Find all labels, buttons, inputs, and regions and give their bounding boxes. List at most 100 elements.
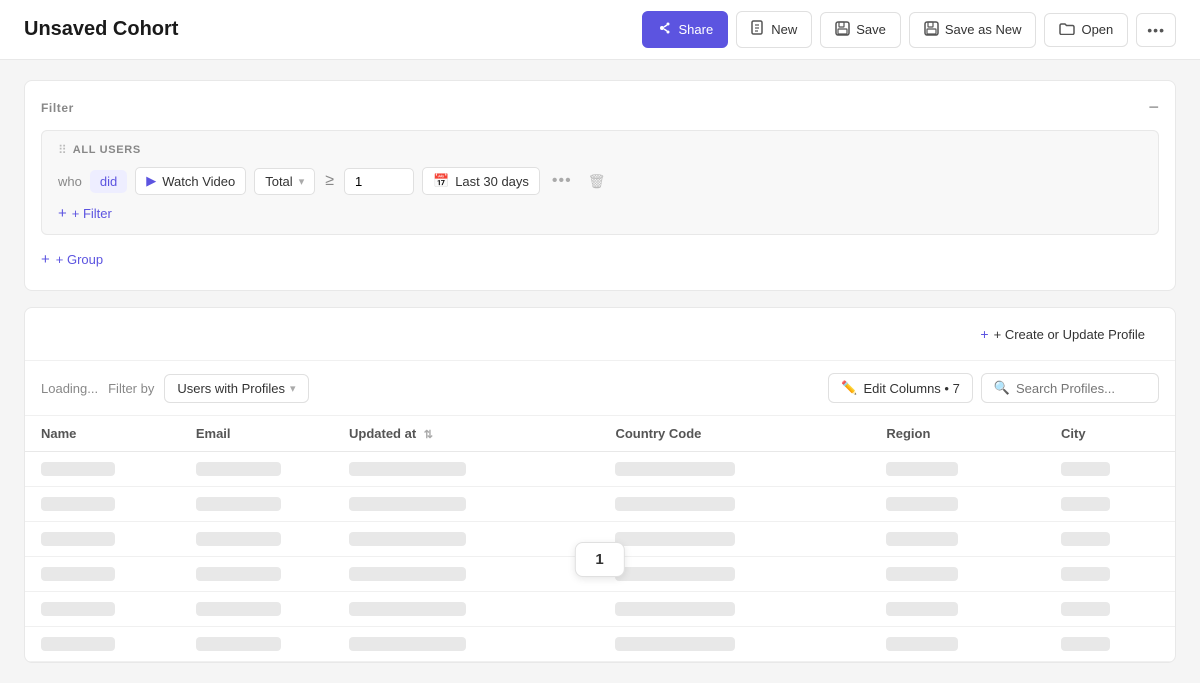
filter-dots-icon: ••• bbox=[552, 172, 572, 189]
create-profile-button[interactable]: + + Create or Update Profile bbox=[966, 318, 1159, 350]
loading-bar bbox=[615, 462, 734, 476]
table-header: Name Email Updated at ⇅ Country Code Reg… bbox=[25, 416, 1175, 452]
table-row bbox=[25, 627, 1175, 662]
loading-bar bbox=[349, 462, 466, 476]
loading-bar bbox=[886, 462, 957, 476]
calendar-icon: 📅 bbox=[433, 173, 449, 189]
loading-bar bbox=[886, 532, 957, 546]
table-toolbar-left: Loading... Filter by Users with Profiles… bbox=[41, 374, 309, 403]
open-icon bbox=[1059, 22, 1075, 38]
loading-bar bbox=[41, 602, 115, 616]
save-as-new-label: Save as New bbox=[945, 22, 1022, 37]
data-table: Name Email Updated at ⇅ Country Code Reg… bbox=[25, 416, 1175, 662]
filter-row: who did ▶ Watch Video Total ▾ ≥ 📅 Last 3… bbox=[58, 167, 1142, 195]
loading-bar bbox=[196, 567, 281, 581]
loading-bar bbox=[1061, 497, 1110, 511]
add-group-button[interactable]: + + Group bbox=[41, 245, 103, 274]
table-toolbar-right: ✏️ Edit Columns • 7 🔍 bbox=[828, 373, 1159, 403]
loading-bar bbox=[615, 532, 734, 546]
loading-bar bbox=[41, 637, 115, 651]
table-row bbox=[25, 487, 1175, 522]
col-email: Email bbox=[180, 416, 333, 452]
loading-bar bbox=[196, 637, 281, 651]
main-content: Filter − ⠿ ALL USERS who did ▶ Watch Vid… bbox=[0, 60, 1200, 683]
top-bar: Unsaved Cohort Share bbox=[0, 0, 1200, 60]
edit-columns-label: Edit Columns • 7 bbox=[863, 381, 959, 396]
add-filter-button[interactable]: + + Filter bbox=[58, 205, 112, 222]
open-label: Open bbox=[1081, 22, 1113, 37]
loading-bar bbox=[886, 602, 957, 616]
search-box[interactable]: 🔍 bbox=[981, 373, 1159, 403]
search-icon: 🔍 bbox=[994, 380, 1010, 396]
save-button[interactable]: Save bbox=[820, 12, 901, 48]
delete-filter-button[interactable]: 🗑 bbox=[584, 169, 610, 194]
collapse-filter-button[interactable]: − bbox=[1148, 97, 1159, 118]
loading-bar bbox=[1061, 567, 1110, 581]
new-button[interactable]: New bbox=[736, 11, 812, 48]
open-button[interactable]: Open bbox=[1044, 13, 1128, 47]
page-number: 1 bbox=[596, 551, 604, 568]
table-row bbox=[25, 452, 1175, 487]
operator-label: ≥ bbox=[323, 172, 336, 190]
did-button[interactable]: did bbox=[90, 170, 127, 193]
loading-bar bbox=[615, 637, 734, 651]
who-label: who bbox=[58, 174, 82, 189]
share-button[interactable]: Share bbox=[642, 11, 729, 48]
col-city: City bbox=[1045, 416, 1175, 452]
save-as-new-button[interactable]: Save as New bbox=[909, 12, 1037, 48]
loading-bar bbox=[349, 567, 466, 581]
edit-icon: ✏️ bbox=[841, 380, 857, 396]
col-region: Region bbox=[870, 416, 1045, 452]
profile-filter-label: Users with Profiles bbox=[177, 381, 285, 396]
loading-bar bbox=[349, 532, 466, 546]
loading-bar bbox=[349, 637, 466, 651]
all-users-label: ALL USERS bbox=[73, 144, 141, 156]
loading-bar bbox=[41, 567, 115, 581]
profile-filter-chevron-icon: ▾ bbox=[290, 382, 296, 395]
loading-bar bbox=[41, 462, 115, 476]
col-name: Name bbox=[25, 416, 180, 452]
loading-bar bbox=[196, 532, 281, 546]
add-filter-label: + Filter bbox=[72, 206, 112, 221]
share-label: Share bbox=[679, 22, 714, 37]
save-as-new-icon bbox=[924, 21, 939, 39]
add-group-label: + Group bbox=[56, 252, 103, 267]
value-input[interactable] bbox=[344, 168, 414, 195]
table-toolbar: Loading... Filter by Users with Profiles… bbox=[25, 361, 1175, 416]
profile-filter-button[interactable]: Users with Profiles ▾ bbox=[164, 374, 308, 403]
loading-bar bbox=[886, 637, 957, 651]
date-range-button[interactable]: 📅 Last 30 days bbox=[422, 167, 540, 195]
table-card: + + Create or Update Profile Loading... … bbox=[24, 307, 1176, 663]
loading-bar bbox=[1061, 462, 1110, 476]
edit-columns-button[interactable]: ✏️ Edit Columns • 7 bbox=[828, 373, 973, 403]
event-label: Watch Video bbox=[162, 174, 235, 189]
create-profile-label: + Create or Update Profile bbox=[994, 327, 1145, 342]
loading-text: Loading... bbox=[41, 381, 98, 396]
aggregation-button[interactable]: Total ▾ bbox=[254, 168, 315, 195]
loading-bar bbox=[1061, 637, 1110, 651]
add-group-icon: + bbox=[41, 251, 50, 268]
share-icon bbox=[657, 20, 673, 39]
filter-row-dots-button[interactable]: ••• bbox=[548, 168, 576, 194]
new-label: New bbox=[771, 22, 797, 37]
loading-bar bbox=[886, 567, 957, 581]
loading-bar bbox=[1061, 532, 1110, 546]
toolbar-buttons: Share New Save bbox=[642, 11, 1176, 48]
add-filter-icon: + bbox=[58, 205, 67, 222]
loading-bar bbox=[615, 567, 734, 581]
save-icon bbox=[835, 21, 850, 39]
loading-bar bbox=[41, 532, 115, 546]
search-input[interactable] bbox=[1016, 381, 1146, 396]
video-icon: ▶ bbox=[146, 173, 156, 189]
loading-bar bbox=[615, 497, 734, 511]
col-updated-at[interactable]: Updated at ⇅ bbox=[333, 416, 599, 452]
watch-video-button[interactable]: ▶ Watch Video bbox=[135, 167, 246, 195]
sort-icon: ⇅ bbox=[424, 429, 433, 441]
aggregation-label: Total bbox=[265, 174, 292, 189]
plus-icon: + bbox=[980, 326, 988, 342]
loading-bar bbox=[886, 497, 957, 511]
more-options-button[interactable]: ••• bbox=[1136, 13, 1176, 47]
new-icon bbox=[751, 20, 765, 39]
chevron-down-icon: ▾ bbox=[299, 175, 305, 188]
loading-bar bbox=[196, 462, 281, 476]
